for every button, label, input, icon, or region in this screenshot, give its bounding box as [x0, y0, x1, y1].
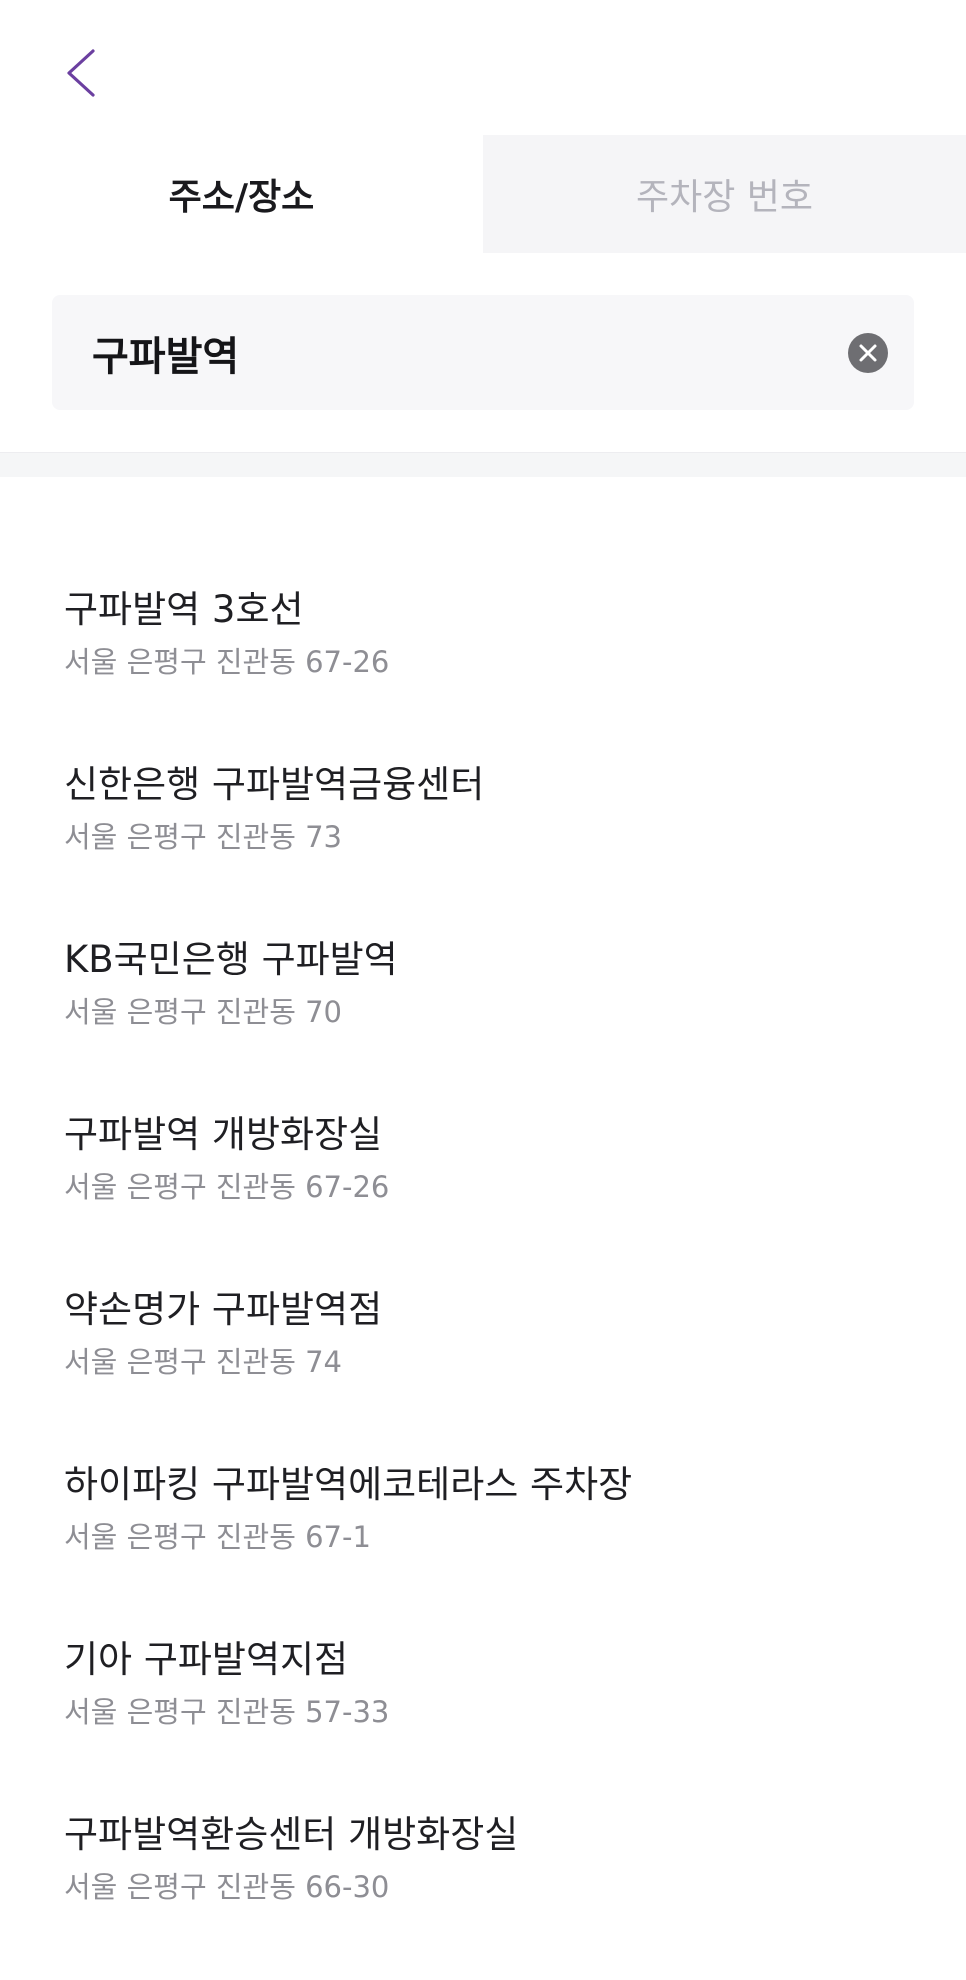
result-name: 구파발역 개방화장실 [64, 1113, 383, 1156]
search-box [52, 295, 914, 410]
tab-address-place[interactable]: 주소/장소 [0, 135, 483, 253]
list-item[interactable]: KB국민은행 구파발역 서울 은평구 진관동 70 [0, 930, 966, 1105]
result-address: 서울 은평구 진관동 73 [64, 820, 342, 854]
tab-parking-number[interactable]: 주차장 번호 [483, 135, 966, 253]
list-item[interactable]: 구파발역 3호선 서울 은평구 진관동 67-26 [0, 580, 966, 755]
list-item[interactable]: 신한은행 구파발역금융센터 서울 은평구 진관동 73 [0, 755, 966, 930]
result-address: 서울 은평구 진관동 70 [64, 995, 342, 1029]
results-list: 구파발역 3호선 서울 은평구 진관동 67-26 신한은행 구파발역금융센터 … [0, 476, 966, 1980]
result-address: 서울 은평구 진관동 67-1 [64, 1520, 371, 1554]
result-address: 서울 은평구 진관동 67-26 [64, 1170, 390, 1204]
clear-circle-icon [859, 344, 877, 362]
section-divider [0, 452, 966, 477]
list-item[interactable]: 약손명가 구파발역점 서울 은평구 진관동 74 [0, 1280, 966, 1455]
result-name: 구파발역환승센터 개방화장실 [64, 1813, 519, 1856]
list-item[interactable]: 구파발역 개방화장실 서울 은평구 진관동 67-26 [0, 1105, 966, 1280]
result-name: KB국민은행 구파발역 [64, 938, 398, 981]
result-address: 서울 은평구 진관동 67-26 [64, 645, 390, 679]
tab-bar: 주소/장소 주차장 번호 [0, 135, 966, 253]
result-name: 신한은행 구파발역금융센터 [64, 763, 485, 806]
search-input[interactable] [92, 322, 792, 383]
result-address: 서울 은평구 진관동 74 [64, 1345, 342, 1379]
result-address: 서울 은평구 진관동 66-30 [64, 1870, 390, 1904]
list-item[interactable]: 구파발역환승센터 개방화장실 서울 은평구 진관동 66-30 [0, 1805, 966, 1980]
top-bar [0, 0, 966, 135]
result-name: 기아 구파발역지점 [64, 1638, 349, 1681]
list-item[interactable]: 기아 구파발역지점 서울 은평구 진관동 57-33 [0, 1630, 966, 1805]
result-name: 구파발역 3호선 [64, 588, 304, 631]
list-item[interactable]: 하이파킹 구파발역에코테라스 주차장 서울 은평구 진관동 67-1 [0, 1455, 966, 1630]
result-address: 서울 은평구 진관동 57-33 [64, 1695, 390, 1729]
clear-button[interactable] [848, 333, 888, 373]
result-name: 약손명가 구파발역점 [64, 1288, 383, 1331]
result-name: 하이파킹 구파발역에코테라스 주차장 [64, 1463, 633, 1506]
chevron-left-icon [67, 49, 95, 97]
back-button[interactable] [50, 38, 110, 108]
